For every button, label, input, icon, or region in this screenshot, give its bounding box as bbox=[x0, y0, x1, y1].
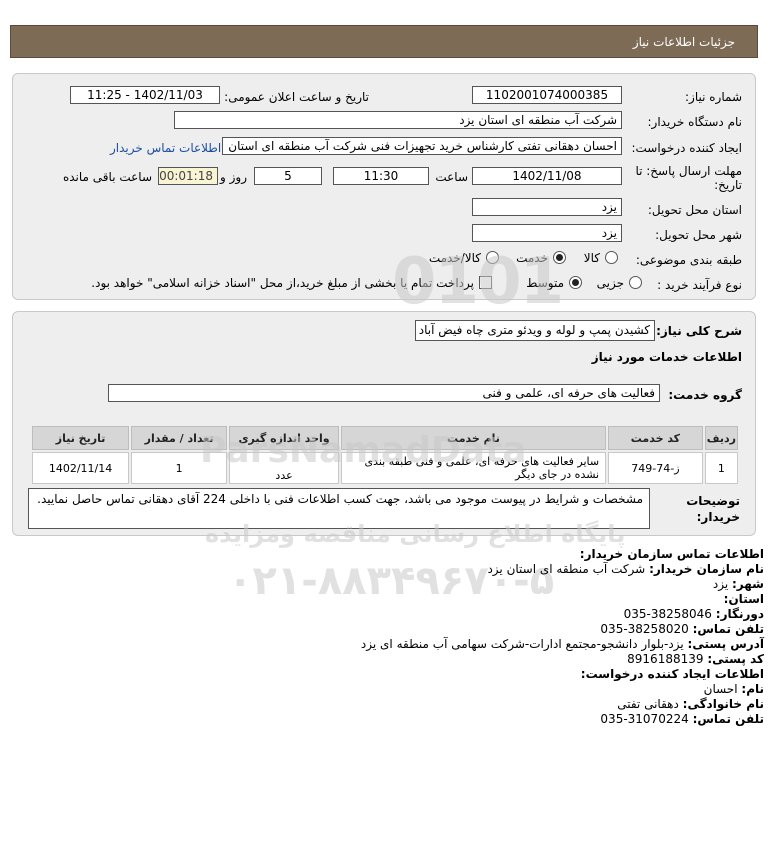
cell-service-code: ز-74-749 bbox=[608, 452, 703, 484]
process-option-minor: جزیی bbox=[596, 276, 624, 290]
process-radio-medium[interactable] bbox=[569, 276, 582, 289]
services-title: اطلاعات خدمات مورد نیاز bbox=[591, 350, 742, 364]
org-address-line: آدرس پستی: یزد-بلوار دانشجو-مجتمع ادارات… bbox=[360, 637, 764, 651]
col-header-quantity: تعداد / مقدار bbox=[131, 426, 228, 450]
category-radio-goods[interactable] bbox=[605, 251, 618, 264]
buyer-notes-label-2: خریدار: bbox=[696, 510, 740, 524]
org-name-line: نام سازمان خریدار: شرکت آب منطقه ای استا… bbox=[487, 562, 764, 576]
col-header-name: نام خدمت bbox=[340, 426, 607, 450]
summary-field: کشیدن پمپ و لوله و ویدئو متری چاه فیض آب… bbox=[415, 320, 655, 341]
cell-row-number: 1 bbox=[704, 452, 738, 484]
treasury-payment-checkbox[interactable] bbox=[479, 276, 492, 289]
col-header-row: ردیف bbox=[704, 426, 738, 450]
days-label: روز و bbox=[220, 170, 247, 184]
deadline-date-label: تاریخ: bbox=[714, 178, 742, 192]
category-option-service: خدمت bbox=[516, 251, 548, 265]
days-field: 5 bbox=[254, 167, 322, 185]
cell-need-date: 1402/11/14 bbox=[32, 452, 130, 484]
org-postal-line: کد پستی: 8916188139 bbox=[627, 652, 764, 666]
buyer-field: شرکت آب منطقه ای استان یزد bbox=[174, 111, 622, 129]
province-field: یزد bbox=[472, 198, 622, 216]
service-group-field: فعالیت های حرفه ای، علمی و فنی bbox=[108, 384, 660, 402]
cell-unit: عدد bbox=[229, 452, 339, 484]
service-group-label: گروه خدمت: bbox=[668, 388, 742, 402]
cell-service-name: سایر فعالیت های حرفه ای، علمی و فنی طبقه… bbox=[340, 452, 607, 484]
process-label: نوع فرآیند خرید : bbox=[657, 278, 742, 292]
remaining-label: ساعت باقی مانده bbox=[62, 170, 152, 184]
col-header-date: تاریخ نیاز bbox=[32, 426, 130, 450]
table-header-row: ردیف کد خدمت نام خدمت واحد اندازه گیری ت… bbox=[32, 426, 738, 450]
creator-label: ایجاد کننده درخواست: bbox=[631, 141, 742, 155]
buyer-notes-field: مشخصات و شرایط در پیوست موجود می باشد، ج… bbox=[28, 488, 650, 529]
deadline-time-label: ساعت bbox=[435, 170, 468, 184]
col-header-code: کد خدمت bbox=[608, 426, 703, 450]
page-title: جزئیات اطلاعات نیاز bbox=[632, 35, 735, 49]
deadline-label: مهلت ارسال پاسخ: تا bbox=[635, 164, 742, 178]
buyer-notes-label: توضیحات bbox=[686, 494, 740, 508]
process-radio-minor[interactable] bbox=[629, 276, 642, 289]
treasury-payment-note: پرداخت تمام یا بخشی از مبلغ خرید،از محل … bbox=[91, 276, 474, 290]
org-city-line: شهر: یزد bbox=[712, 577, 764, 591]
page-header: جزئیات اطلاعات نیاز bbox=[10, 25, 758, 58]
city-field: یزد bbox=[472, 224, 622, 242]
org-phone-line: تلفن تماس: 035-38258020 bbox=[600, 622, 764, 636]
col-header-unit: واحد اندازه گیری bbox=[229, 426, 339, 450]
table-row: 1 ز-74-749 سایر فعالیت های حرفه ای، علمی… bbox=[32, 452, 738, 484]
remaining-timer: 00:01:18 bbox=[158, 167, 218, 185]
org-province-line: استان: bbox=[723, 592, 764, 606]
services-table: ردیف کد خدمت نام خدمت واحد اندازه گیری ت… bbox=[30, 424, 740, 486]
buyer-contact-link[interactable]: اطلاعات تماس خریدار bbox=[110, 141, 221, 155]
category-label: طبقه بندی موضوعی: bbox=[635, 253, 742, 267]
city-label: شهر محل تحویل: bbox=[655, 228, 742, 242]
announce-field: 1402/11/03 - 11:25 bbox=[70, 86, 220, 104]
creator-contact-title: اطلاعات ایجاد کننده درخواست: bbox=[580, 667, 764, 681]
creator-first-name-line: نام: احسان bbox=[703, 682, 764, 696]
creator-field: احسان دهقانی تفتی کارشناس خرید تجهیزات ف… bbox=[222, 137, 622, 155]
deadline-date-field: 1402/11/08 bbox=[472, 167, 622, 185]
category-radio-goods-service[interactable] bbox=[486, 251, 499, 264]
category-radio-service[interactable] bbox=[553, 251, 566, 264]
category-option-goods: کالا bbox=[583, 251, 600, 265]
category-option-goods-service: کالا/خدمت bbox=[428, 251, 481, 265]
province-label: استان محل تحویل: bbox=[647, 203, 742, 217]
org-contact-title: اطلاعات تماس سازمان خریدار: bbox=[579, 547, 764, 561]
summary-label: شرح کلی نیاز: bbox=[656, 324, 742, 338]
announce-label: تاریخ و ساعت اعلان عمومی: bbox=[224, 90, 369, 104]
need-number-field: 1102001074000385 bbox=[472, 86, 622, 104]
creator-last-name-line: نام خانوادگی: دهقانی تفتی bbox=[617, 697, 764, 711]
creator-phone-line: تلفن تماس: 035-31070224 bbox=[600, 712, 764, 726]
deadline-time-field: 11:30 bbox=[333, 167, 429, 185]
buyer-label: نام دستگاه خریدار: bbox=[647, 115, 743, 129]
need-number-label: شماره نیاز: bbox=[685, 90, 742, 104]
process-option-medium: متوسط bbox=[526, 276, 564, 290]
org-fax-line: دورنگار: 035-38258046 bbox=[623, 607, 764, 621]
cell-quantity: 1 bbox=[131, 452, 228, 484]
